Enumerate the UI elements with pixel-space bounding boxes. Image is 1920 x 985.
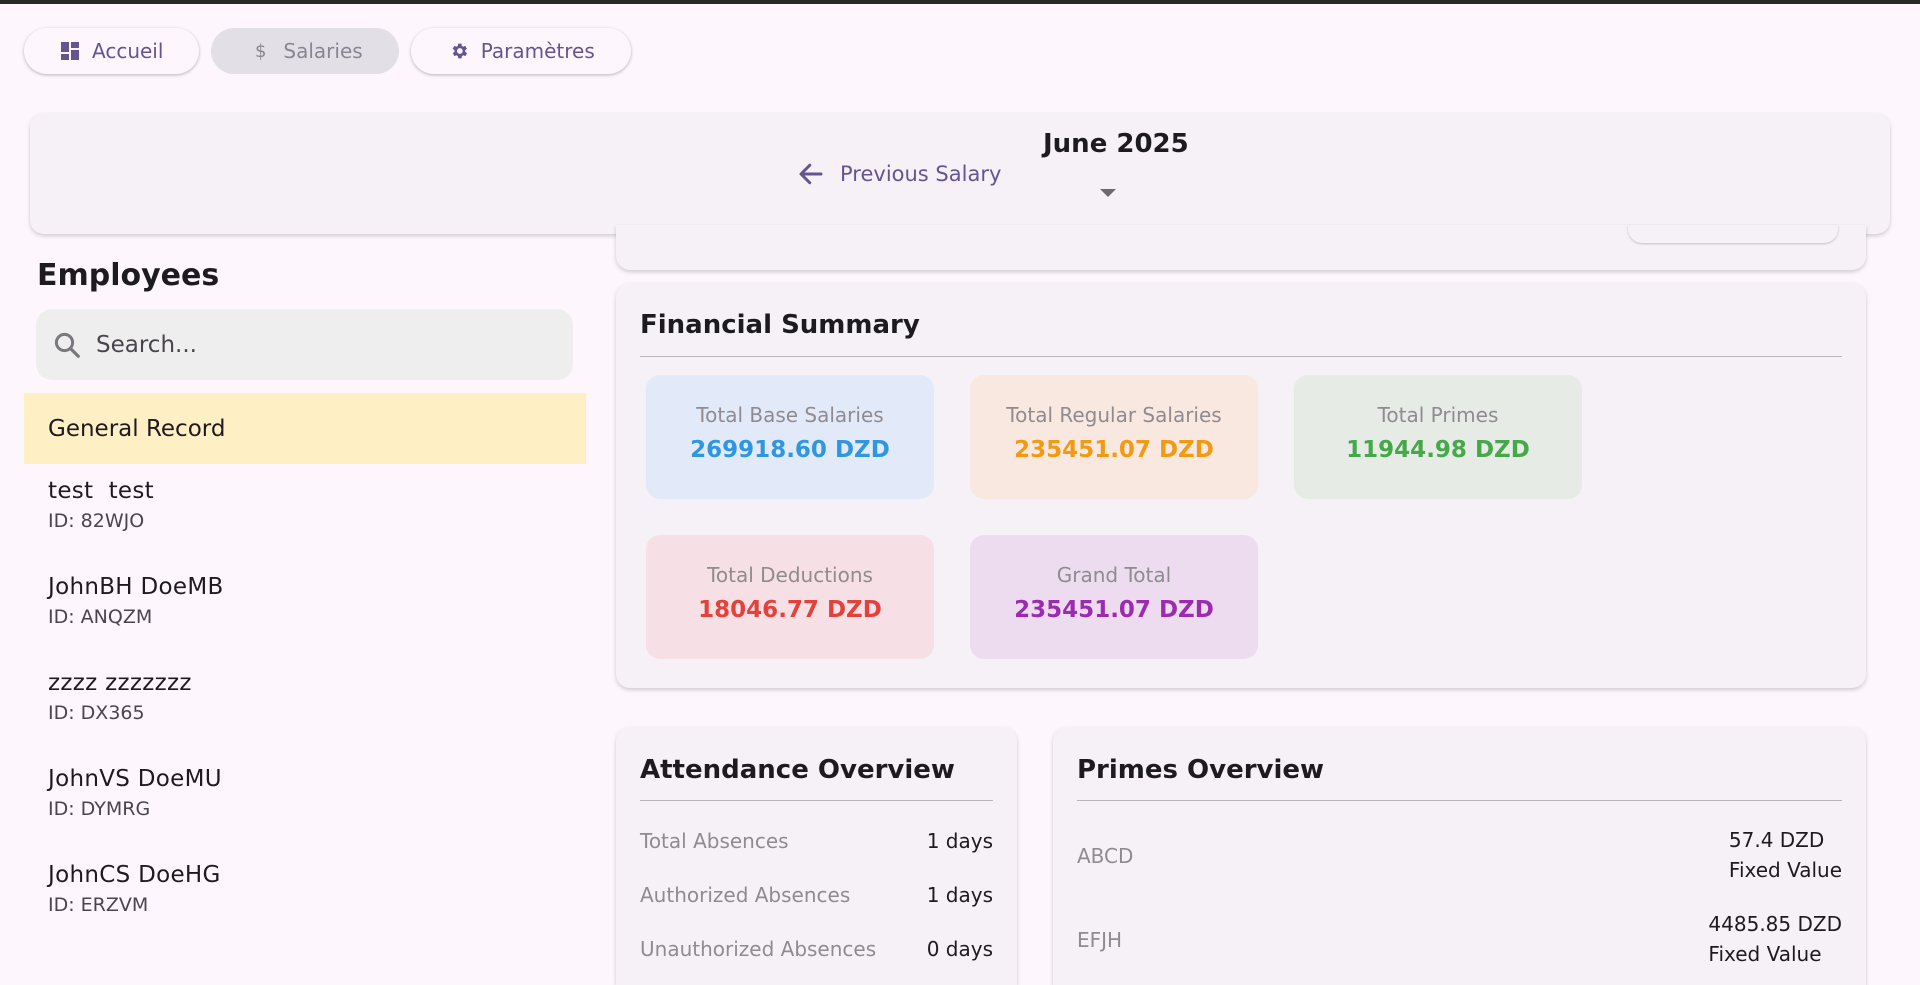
- employee-id: ID: ERZVM: [48, 894, 149, 916]
- attendance-row-label: Unauthorized Absences: [640, 937, 877, 961]
- employee-id: ID: DX365: [48, 702, 145, 724]
- stat-total-deductions: Total Deductions 18046.77 DZD: [646, 535, 934, 659]
- employee-id: ID: ANQZM: [48, 606, 153, 628]
- employee-list: General Record test test ID: 82WJO JohnB…: [24, 393, 586, 944]
- primes-overview-card: Primes Overview ABCD 57.4 DZD Fixed Valu…: [1053, 727, 1866, 985]
- stat-value: 18046.77 DZD: [698, 597, 882, 623]
- prime-type: Fixed Value: [1728, 858, 1842, 882]
- list-item[interactable]: zzzz zzzzzzz ID: DX365: [24, 656, 586, 752]
- attendance-overview-card: Attendance Overview Total Absences 1 day…: [616, 727, 1017, 985]
- main-nav: Accueil $ Salaries Paramètres: [24, 28, 631, 74]
- list-item[interactable]: test test ID: 82WJO: [24, 464, 586, 560]
- search-input[interactable]: Search...: [36, 309, 573, 380]
- month-dropdown[interactable]: June 2025: [1043, 129, 1189, 159]
- svg-text:$: $: [255, 41, 266, 61]
- employee-name: JohnCS DoeHG: [48, 862, 221, 888]
- prime-amount: 4485.85 DZD: [1708, 912, 1842, 936]
- prime-name: EFJH: [1077, 928, 1123, 952]
- stat-label: Total Regular Salaries: [1006, 403, 1222, 427]
- nav-accueil-label: Accueil: [92, 39, 164, 63]
- attendance-row-value: 1 days: [926, 883, 993, 907]
- employee-name: test test: [48, 478, 154, 504]
- search-icon: [54, 332, 80, 358]
- prime-type: Fixed Value: [1708, 942, 1822, 966]
- stat-total-regular-salaries: Total Regular Salaries 235451.07 DZD: [970, 375, 1258, 499]
- list-item[interactable]: JohnVS DoeMU ID: DYMRG: [24, 752, 586, 848]
- stat-total-primes: Total Primes 11944.98 DZD: [1294, 375, 1582, 499]
- attendance-overview-title: Attendance Overview: [640, 755, 955, 785]
- previous-salary-button[interactable]: Previous Salary: [796, 159, 1001, 189]
- stat-label: Total Deductions: [707, 563, 873, 587]
- partial-button[interactable]: [1628, 225, 1838, 243]
- dropdown-arrow-icon[interactable]: [1100, 189, 1116, 197]
- stat-value: 11944.98 DZD: [1346, 437, 1530, 463]
- primes-overview-title: Primes Overview: [1077, 755, 1325, 785]
- prime-amount: 57.4 DZD: [1728, 828, 1825, 852]
- nav-accueil-button[interactable]: Accueil: [24, 28, 200, 74]
- search-placeholder: Search...: [96, 331, 197, 358]
- stat-label: Grand Total: [1056, 563, 1172, 587]
- prime-value: 57.4 DZD Fixed Value: [1729, 825, 1842, 885]
- employee-id: ID: DYMRG: [48, 798, 151, 820]
- nav-salaries-label: Salaries: [283, 39, 363, 63]
- employee-id: ID: 82WJO: [48, 510, 145, 532]
- general-record-item[interactable]: General Record: [24, 393, 586, 464]
- prime-name: ABCD: [1077, 844, 1134, 868]
- attendance-row-value: 1 days: [926, 829, 993, 853]
- stat-value: 269918.60 DZD: [690, 437, 890, 463]
- stat-value: 235451.07 DZD: [1014, 437, 1214, 463]
- list-item[interactable]: JohnCS DoeHG ID: ERZVM: [24, 848, 586, 944]
- month-selector-card: June 2025 Previous Salary: [30, 113, 1890, 234]
- divider: [1077, 800, 1842, 801]
- attendance-row-value: 0 days: [926, 937, 993, 961]
- list-item[interactable]: JohnBH DoeMB ID: ANQZM: [24, 560, 586, 656]
- gear-icon: [452, 43, 467, 59]
- stat-total-base-salaries: Total Base Salaries 269918.60 DZD: [646, 375, 934, 499]
- employee-name: JohnBH DoeMB: [48, 574, 224, 600]
- stat-value: 235451.07 DZD: [1014, 597, 1214, 623]
- stat-label: Total Primes: [1377, 403, 1499, 427]
- dashboard-icon: [61, 42, 79, 60]
- attendance-row-label: Total Absences: [640, 829, 789, 853]
- employees-heading: Employees: [37, 258, 220, 293]
- divider: [640, 800, 993, 801]
- financial-summary-card: Financial Summary Total Base Salaries 26…: [616, 283, 1866, 688]
- window-top-border: [0, 0, 1920, 4]
- nav-parametres-label: Paramètres: [480, 39, 595, 63]
- prime-value: 4485.85 DZD Fixed Value: [1708, 909, 1842, 969]
- arrow-left-icon: [799, 163, 823, 185]
- financial-summary-title: Financial Summary: [640, 310, 920, 340]
- stat-label: Total Base Salaries: [696, 403, 884, 427]
- employee-info-card-partial: [616, 225, 1866, 270]
- nav-salaries-button[interactable]: $ Salaries: [211, 28, 399, 74]
- general-record-label: General Record: [48, 415, 226, 442]
- stat-grand-total: Grand Total 235451.07 DZD: [970, 535, 1258, 659]
- employee-name: JohnVS DoeMU: [48, 766, 222, 792]
- employee-name: zzzz zzzzzzz: [48, 670, 192, 696]
- attendance-row-label: Authorized Absences: [640, 883, 851, 907]
- previous-salary-label: Previous Salary: [840, 162, 1002, 186]
- nav-parametres-button[interactable]: Paramètres: [410, 28, 631, 74]
- dollar-icon: $: [255, 41, 266, 61]
- divider: [640, 356, 1842, 357]
